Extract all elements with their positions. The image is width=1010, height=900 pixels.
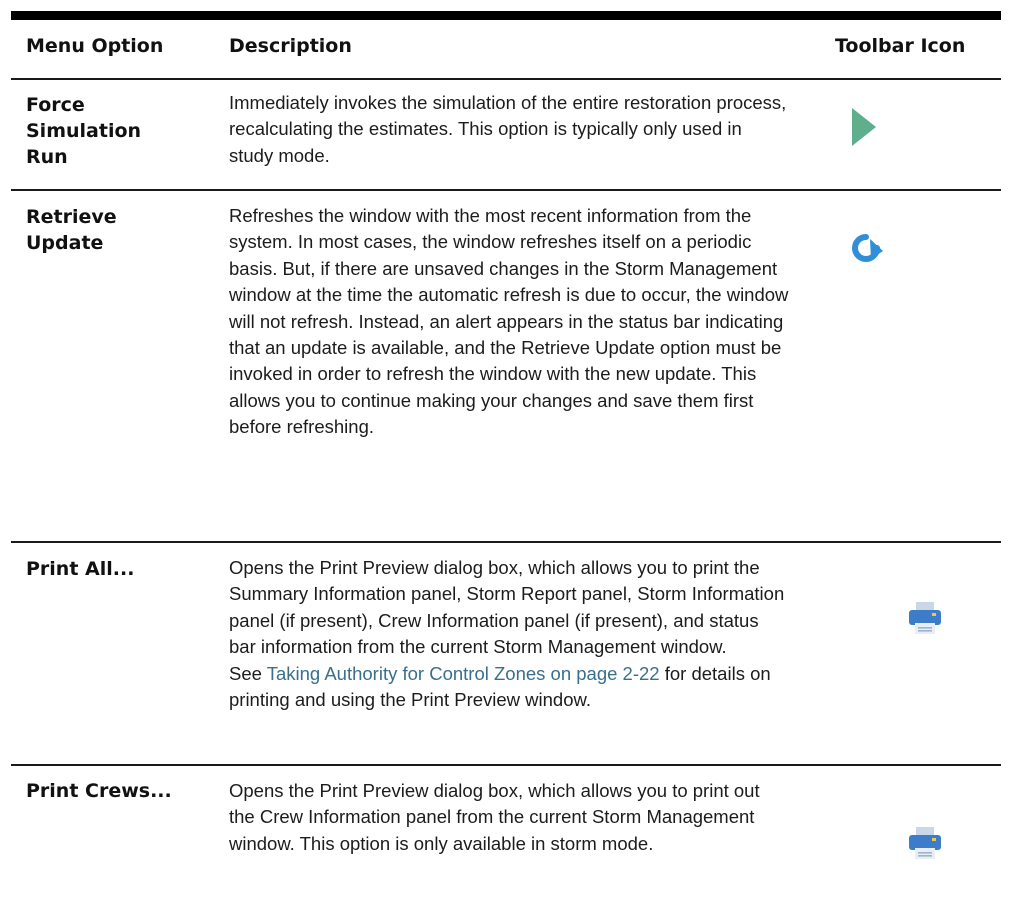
- row-description: Opens the Print Preview dialog box, whic…: [229, 780, 760, 854]
- cross-reference-link[interactable]: Taking Authority for Control Zones on pa…: [267, 663, 660, 684]
- printer-icon[interactable]: [908, 826, 942, 860]
- menu-option-retrieve-update: Retrieve Update: [26, 206, 117, 254]
- refresh-icon[interactable]: [849, 231, 883, 265]
- header-rule: [11, 78, 1001, 80]
- header-toolbar-icon: Toolbar Icon: [835, 35, 966, 57]
- row-divider: [11, 189, 1001, 191]
- menu-option-force-simulation-run: Force Simulation Run: [26, 94, 142, 168]
- row-divider: [11, 541, 1001, 543]
- row-divider: [11, 764, 1001, 766]
- row-description: Immediately invokes the simulation of th…: [229, 92, 787, 166]
- see-prefix: See: [229, 662, 267, 684]
- row-description: Refreshes the window with the most recen…: [229, 205, 789, 438]
- table-top-rule: [11, 11, 1001, 20]
- row-description: Opens the Print Preview dialog box, whic…: [229, 555, 789, 713]
- row-description-text: Opens the Print Preview dialog box, whic…: [229, 557, 785, 658]
- printer-icon[interactable]: [908, 601, 942, 635]
- menu-option-print-crews: Print Crews...: [26, 780, 172, 802]
- header-menu-option: Menu Option: [26, 35, 164, 57]
- see-also-line: See Taking Authority for Control Zones o…: [229, 661, 789, 714]
- menu-option-print-all: Print All...: [26, 558, 135, 580]
- play-triangle-icon[interactable]: [851, 108, 877, 146]
- header-description: Description: [229, 35, 352, 57]
